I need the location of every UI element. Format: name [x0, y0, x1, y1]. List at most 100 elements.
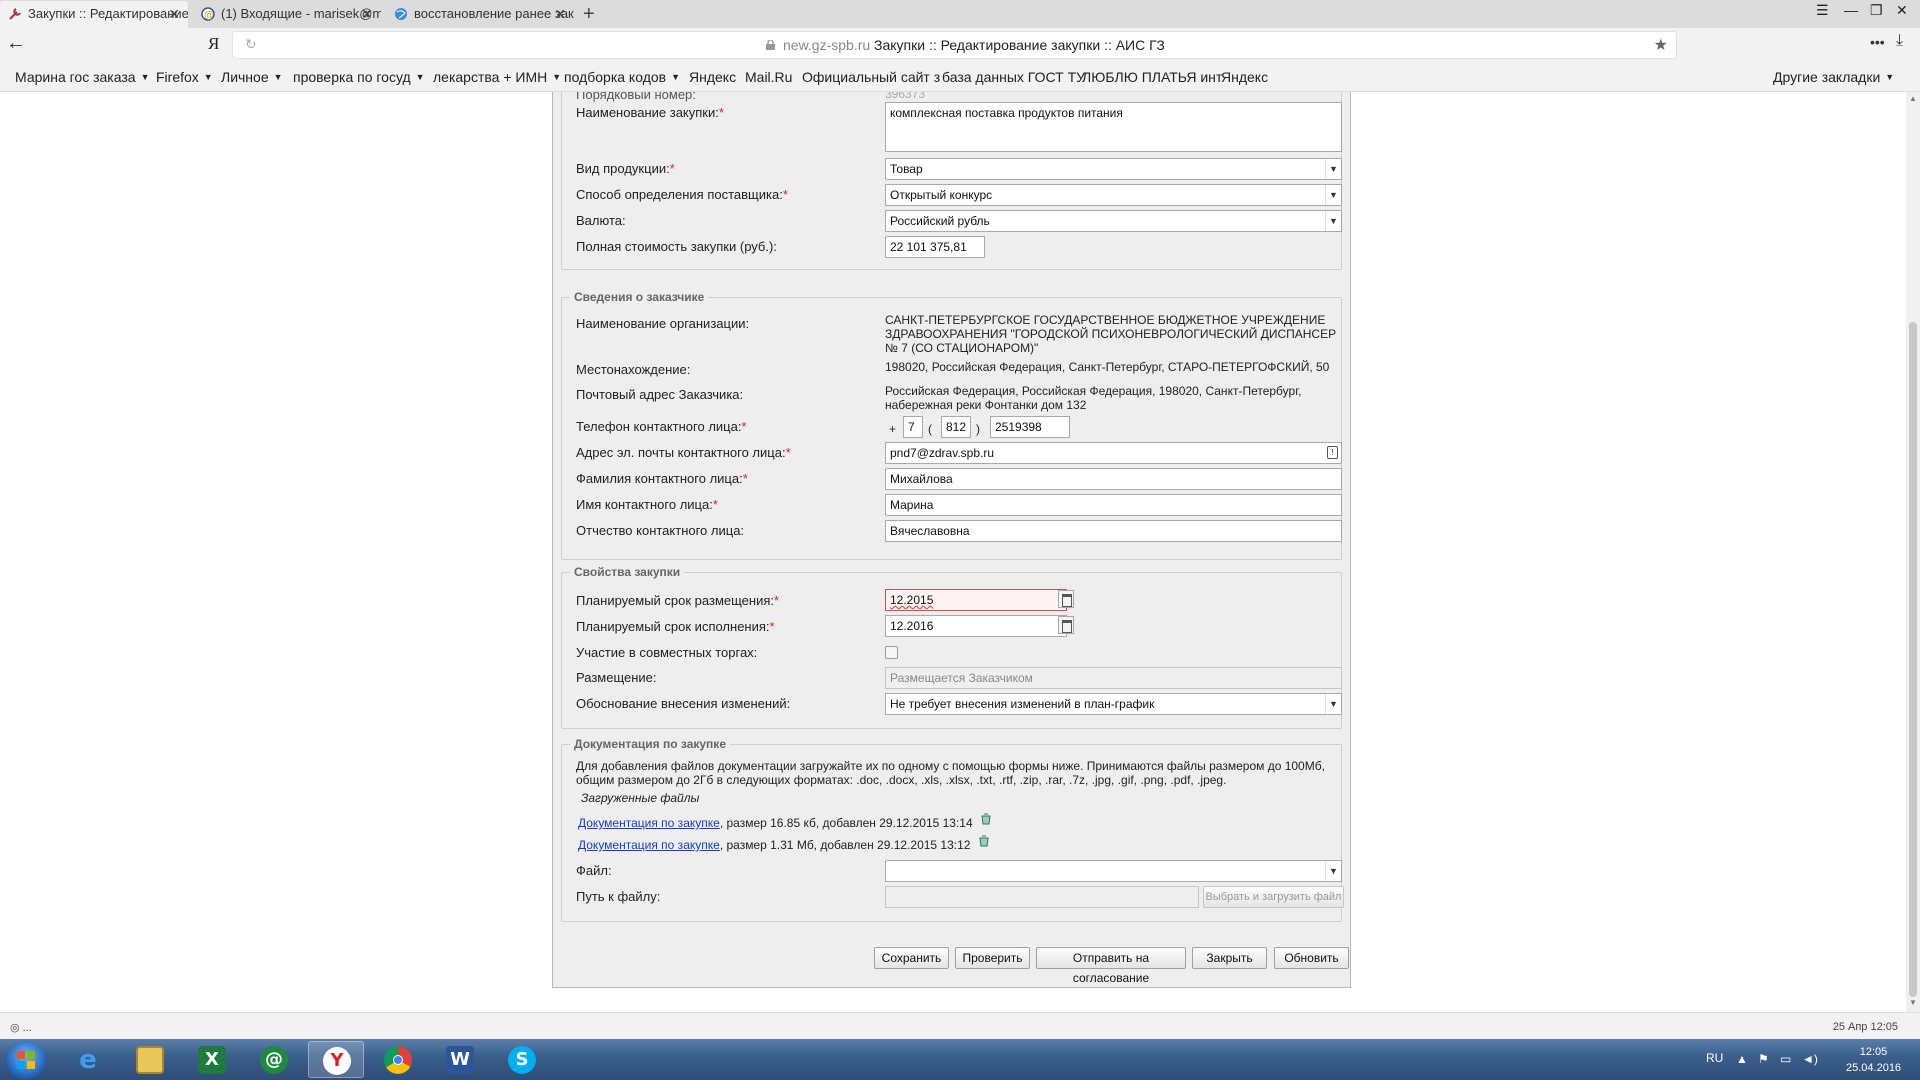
firstname-input[interactable]: Марина	[885, 494, 1342, 516]
lastname-label: Фамилия контактного лица:*	[576, 471, 748, 486]
delete-icon[interactable]	[980, 813, 992, 825]
yandex-search-icon[interactable]: Я	[208, 34, 219, 54]
new-tab-button[interactable]: +	[583, 1, 595, 27]
tab-zakupki[interactable]: Закупки :: Редактирование ✕	[0, 1, 188, 28]
check-button[interactable]: Проверить	[955, 947, 1030, 969]
bookmark-link[interactable]: Яндекс	[689, 69, 736, 85]
bookmark-link[interactable]: Mail.Ru	[745, 69, 792, 85]
procurement-name-textarea[interactable]: комплексная поставка продуктов питания	[885, 102, 1342, 152]
back-arrow-icon[interactable]: ←	[6, 32, 26, 55]
calendar-icon[interactable]	[1058, 616, 1074, 634]
phone-code-input[interactable]: 812	[941, 416, 971, 438]
more-icon[interactable]: •••	[1870, 34, 1885, 50]
close-icon[interactable]: ✕	[554, 1, 566, 27]
reason-label: Обоснование внесения изменений:	[576, 696, 791, 711]
phone-paren-open: (	[928, 422, 932, 436]
windows-start-icon[interactable]	[6, 1041, 46, 1079]
contact-card-icon[interactable]: !	[1327, 446, 1338, 459]
document-link[interactable]: Документация по закупке	[578, 816, 720, 830]
word-icon[interactable]: W	[432, 1041, 488, 1078]
phone-number-input[interactable]: 2519398	[990, 416, 1070, 438]
documents-section: Документация по закупке Для добавления ф…	[561, 737, 1344, 922]
bookmark-link[interactable]: ЛЮБЛЮ ПЛАТЬЯ инт	[1082, 69, 1222, 85]
chevron-down-icon: ▼	[1325, 861, 1341, 881]
bookmark-link[interactable]: Яндекс	[1221, 69, 1268, 85]
download-icon[interactable]: ⤓	[1896, 32, 1903, 50]
lastname-input[interactable]: Михайлова	[885, 468, 1342, 490]
bookmark-folder[interactable]: проверка по госуд ▼	[293, 69, 425, 85]
chevron-down-icon: ▼	[1325, 211, 1341, 231]
reload-icon[interactable]: ↻	[245, 36, 257, 53]
cost-input[interactable]: 22 101 375,81	[885, 236, 985, 258]
upload-file-button[interactable]: Выбрать и загрузить файл	[1203, 886, 1344, 908]
status-time: 25 Апр 12:05	[1832, 1021, 1898, 1033]
document-link[interactable]: Документация по закупке	[578, 838, 720, 852]
org-value: САНКТ-ПЕТЕРБУРГСКОЕ ГОСУДАРСТВЕННОЕ БЮДЖ…	[885, 313, 1337, 355]
scroll-down-icon[interactable]: ▼	[1909, 998, 1917, 1007]
scroll-up-icon[interactable]: ▲	[1909, 94, 1917, 103]
vertical-scrollbar[interactable]: ▲ ▼	[1906, 92, 1920, 1012]
bookmark-folder[interactable]: Личное ▼	[221, 69, 283, 85]
url-field[interactable]: ↻ new.gz-spb.ru Закупки :: Редактировани…	[232, 31, 1677, 59]
bookmark-link[interactable]: база данных ГОСТ ТУ	[942, 69, 1085, 85]
phone-country-input[interactable]: 7	[903, 416, 923, 438]
joint-checkbox[interactable]	[885, 646, 898, 659]
clock[interactable]: 12:05 25.04.2016	[1846, 1044, 1901, 1076]
refresh-button[interactable]: Обновить	[1274, 947, 1349, 969]
chrome-icon[interactable]	[370, 1041, 426, 1078]
restore-icon[interactable]: ❐	[1870, 2, 1883, 19]
network-icon[interactable]: ▭	[1780, 1052, 1791, 1066]
save-button[interactable]: Сохранить	[874, 947, 949, 969]
tab-mail[interactable]: @ (1) Входящие - marisek@mai ✕	[193, 1, 381, 28]
bookmark-folder[interactable]: лекарства + ИМН ▼	[433, 69, 561, 85]
other-bookmarks[interactable]: Другие закладки ▼	[1773, 69, 1894, 85]
minimize-icon[interactable]: —	[1844, 2, 1858, 18]
dropdown-arrow-icon: ▼	[203, 72, 213, 82]
mail-agent-icon[interactable]: @	[246, 1041, 302, 1078]
close-window-icon[interactable]: ✕	[1896, 2, 1908, 19]
currency-select[interactable]: Российский рубль ▼	[885, 210, 1342, 232]
scroll-thumb[interactable]	[1909, 322, 1917, 997]
placement-date-input[interactable]: 12.2015	[885, 589, 1067, 611]
calendar-icon[interactable]	[1058, 590, 1074, 608]
phone-label: Телефон контактного лица:*	[576, 419, 747, 434]
section-legend: Документация по закупке	[570, 737, 730, 751]
email-input[interactable]: pnd7@zdrav.spb.ru !	[885, 442, 1342, 464]
bookmark-folder[interactable]: Firefox ▼	[156, 69, 213, 85]
bookmark-folder[interactable]: подборка кодов ▼	[564, 69, 680, 85]
chevron-down-icon: ▼	[1325, 694, 1341, 714]
volume-icon[interactable]: ◄)	[1802, 1052, 1818, 1066]
method-select[interactable]: Открытый конкурс ▼	[885, 184, 1342, 206]
file-select[interactable]: ▼	[885, 860, 1342, 882]
bookmark-folder[interactable]: Марина гос заказа ▼	[15, 69, 150, 85]
product-type-select[interactable]: Товар ▼	[885, 158, 1342, 180]
close-icon[interactable]: ✕	[168, 1, 180, 27]
excel-icon[interactable]: X	[184, 1041, 240, 1078]
language-indicator[interactable]: RU	[1706, 1051, 1723, 1065]
globe-icon	[395, 8, 407, 20]
skype-icon[interactable]: S	[494, 1041, 550, 1078]
send-for-approval-button[interactable]: Отправить на согласование	[1036, 947, 1186, 985]
close-icon[interactable]: ✕	[361, 1, 373, 27]
bookmark-link[interactable]: Официальный сайт з	[802, 69, 940, 85]
bookmark-star-icon[interactable]: ★	[1654, 35, 1668, 55]
patronymic-input[interactable]: Вячеславовна	[885, 520, 1342, 542]
tab-title: (1) Входящие - marisek@mai	[221, 6, 381, 21]
chevron-down-icon: ▼	[1325, 185, 1341, 205]
internet-explorer-icon[interactable]: e	[60, 1041, 116, 1078]
customer-section: Сведения о заказчике Наименование органи…	[561, 290, 1342, 560]
file-path-input[interactable]	[885, 886, 1199, 908]
close-button[interactable]: Закрыть	[1192, 947, 1267, 969]
reason-select[interactable]: Не требует внесения изменений в план-гра…	[885, 693, 1342, 715]
tab-restore[interactable]: восстановление ранее закр ✕	[386, 1, 574, 28]
menu-icon[interactable]: ☰	[1816, 2, 1829, 19]
file-explorer-icon[interactable]	[122, 1041, 178, 1078]
dropdown-arrow-icon: ▼	[273, 72, 283, 82]
tray-expand-icon[interactable]: ▲	[1736, 1052, 1748, 1066]
action-center-flag-icon[interactable]: ⚑	[1758, 1052, 1769, 1066]
yandex-browser-icon[interactable]: Y	[308, 1041, 364, 1078]
execution-date-input[interactable]: 12.2016	[885, 615, 1067, 637]
delete-icon[interactable]	[978, 835, 990, 847]
dropdown-arrow-icon: ▼	[1885, 72, 1895, 82]
mail-at-icon: @	[201, 7, 215, 21]
